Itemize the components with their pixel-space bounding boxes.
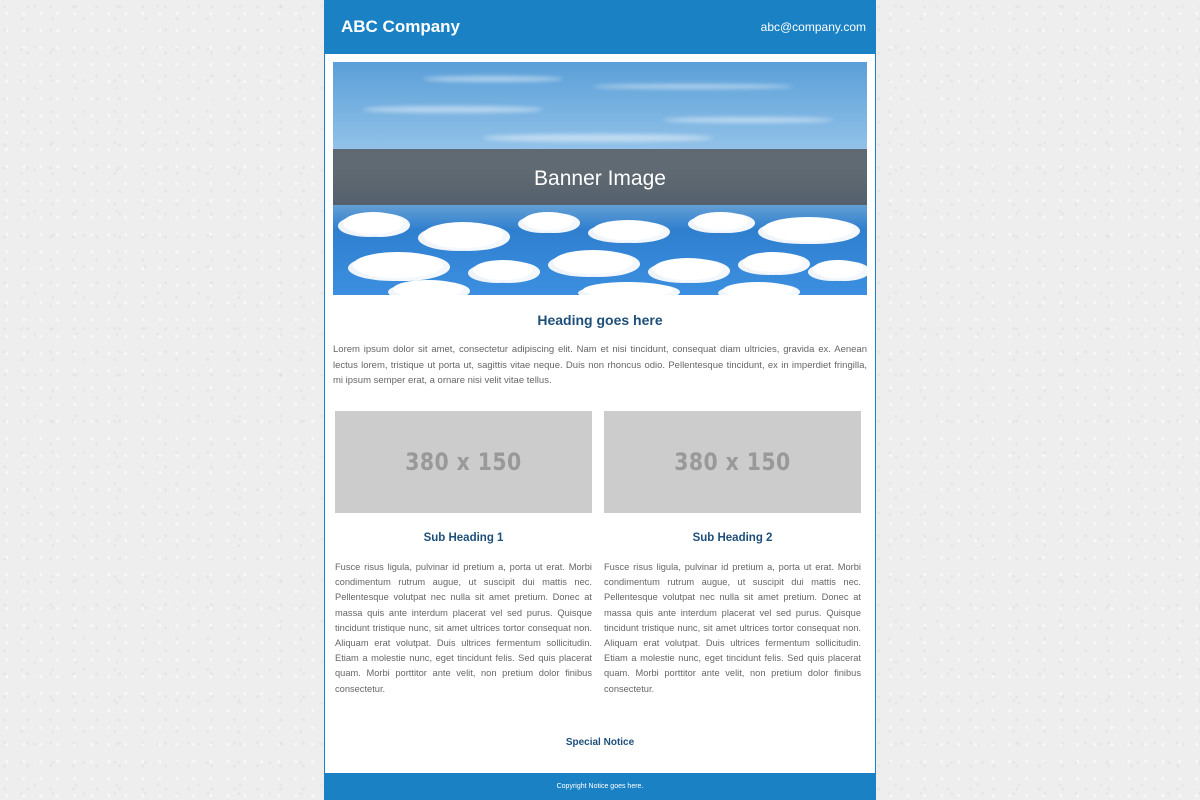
- cloud-shape: [763, 217, 853, 241]
- two-column-section: 380 x 150 Sub Heading 1 Fusce risus ligu…: [335, 411, 861, 697]
- column-2: 380 x 150 Sub Heading 2 Fusce risus ligu…: [604, 411, 861, 697]
- placeholder-size-label: 380 x 150: [674, 448, 791, 476]
- sub-heading-1: Sub Heading 1: [423, 532, 504, 544]
- cloud-shape: [393, 280, 463, 295]
- cloud-shape: [553, 250, 633, 274]
- cloud-shape: [583, 282, 673, 295]
- banner-image: Banner Image: [333, 62, 867, 295]
- sky-streak: [593, 84, 793, 89]
- sky-streak: [483, 134, 713, 142]
- company-logo-link[interactable]: ABC Company: [341, 17, 460, 37]
- intro-paragraph: Lorem ipsum dolor sit amet, consectetur …: [333, 344, 867, 386]
- email-container: ABC Company abc@company.com Banner Image…: [324, 0, 876, 800]
- cloud-shape: [423, 222, 503, 248]
- cloud-shape: [693, 212, 748, 230]
- sky-streak: [363, 106, 543, 113]
- image-placeholder: 380 x 150: [335, 411, 592, 513]
- column-1: 380 x 150 Sub Heading 1 Fusce risus ligu…: [335, 411, 592, 697]
- cloud-shape: [473, 260, 533, 280]
- sub-heading-2: Sub Heading 2: [692, 532, 773, 544]
- placeholder-size-label: 380 x 150: [405, 448, 522, 476]
- banner-caption: Banner Image: [534, 166, 666, 190]
- cloud-shape: [343, 212, 403, 234]
- sky-streak: [423, 76, 563, 82]
- copyright-notice: Copyright Notice goes here.: [556, 783, 644, 790]
- cloud-shape: [353, 252, 443, 278]
- cloud-shape: [523, 212, 573, 230]
- cloud-shape: [743, 252, 803, 272]
- column-1-text: Fusce risus ligula, pulvinar id pretium …: [335, 562, 592, 694]
- cloud-shape: [653, 258, 723, 280]
- contact-email-link[interactable]: abc@company.com: [761, 20, 866, 34]
- sky-streak: [663, 117, 833, 123]
- column-2-text: Fusce risus ligula, pulvinar id pretium …: [604, 562, 861, 694]
- special-notice-link[interactable]: Special Notice: [325, 737, 875, 748]
- banner-caption-bar: Banner Image: [333, 149, 867, 205]
- image-placeholder: 380 x 150: [604, 411, 861, 513]
- main-heading: Heading goes here: [537, 312, 663, 328]
- email-header: ABC Company abc@company.com: [325, 0, 875, 54]
- cloud-shape: [723, 282, 793, 295]
- cloud-shape: [593, 220, 663, 240]
- cloud-shape: [813, 260, 863, 278]
- email-footer: Copyright Notice goes here.: [325, 773, 875, 800]
